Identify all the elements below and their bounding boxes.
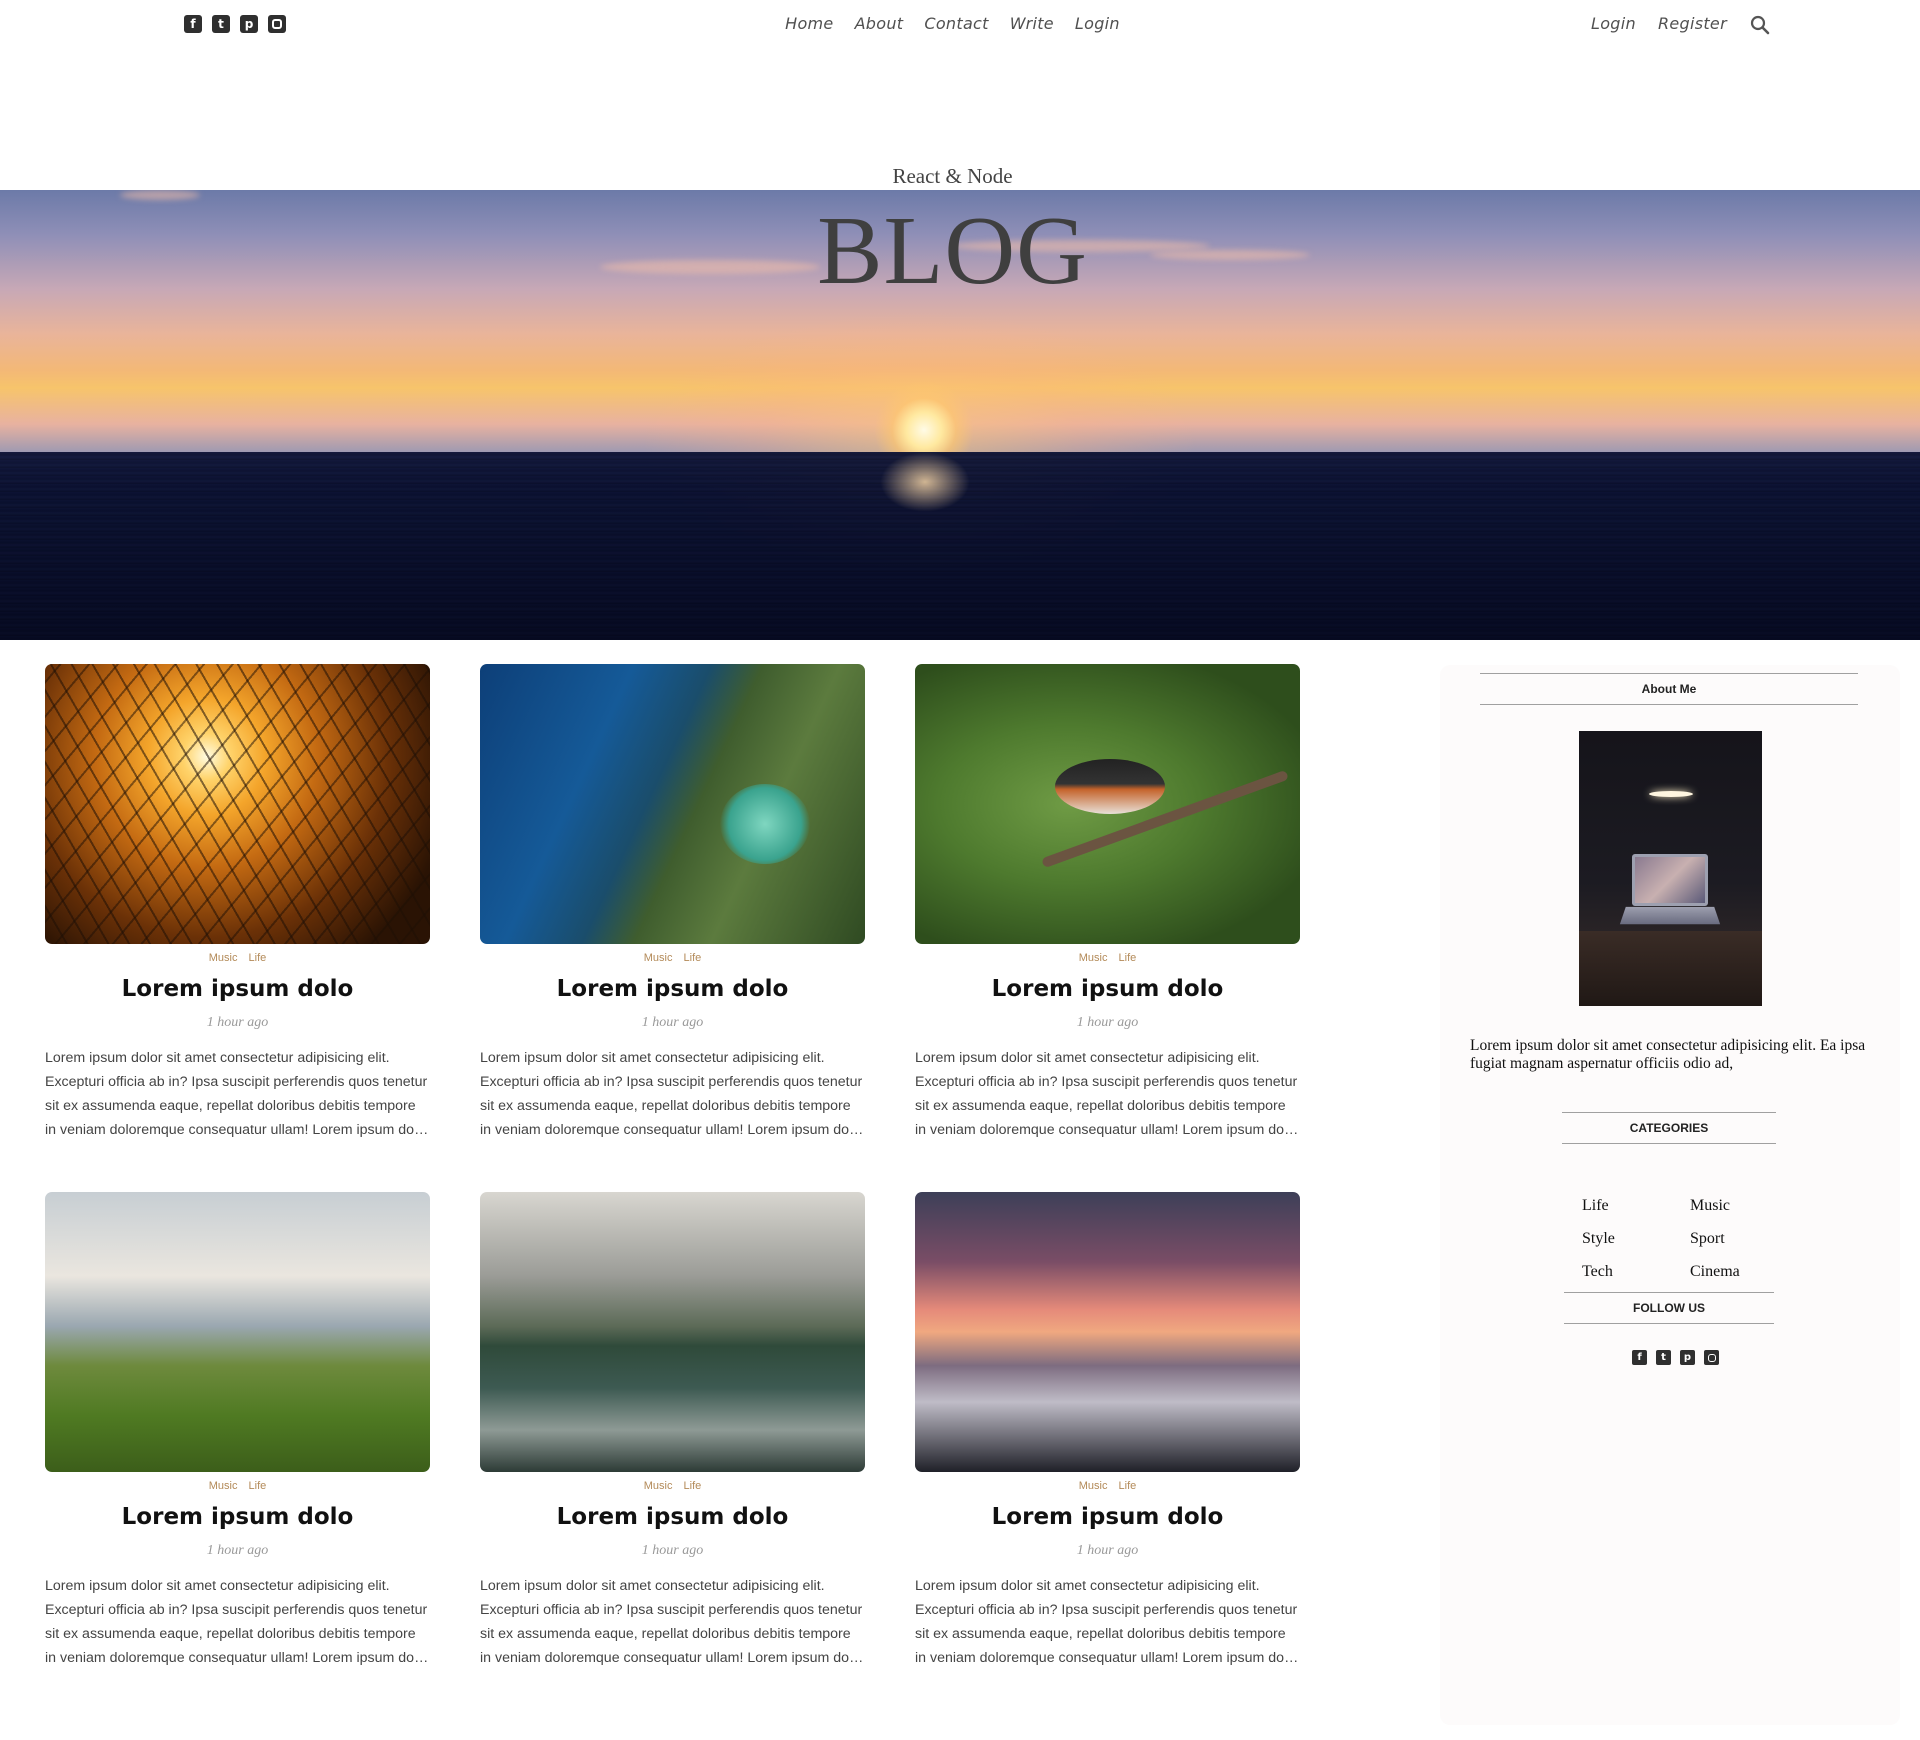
post-categories: Music Life <box>480 952 865 964</box>
post-title[interactable]: Lorem ipsum dolo <box>915 976 1300 1002</box>
follow-us-title: FOLLOW US <box>1564 1292 1774 1324</box>
register-link[interactable]: Register <box>1658 14 1727 33</box>
post-card: Music Life Lorem ipsum dolo 1 hour ago L… <box>45 1192 430 1670</box>
auth-nav: Login Register <box>1591 14 1727 33</box>
category-list: Life Music Style Sport Tech Cinema <box>1582 1197 1782 1281</box>
nav-contact-link[interactable]: Contact <box>924 14 988 33</box>
post-card: Music Life Lorem ipsum dolo 1 hour ago L… <box>45 664 430 1142</box>
post-categories: Music Life <box>915 952 1300 964</box>
post-date: 1 hour ago <box>1076 1543 1139 1558</box>
header-subtitle: React & Node <box>892 164 1013 188</box>
category-tech[interactable]: Tech <box>1582 1263 1690 1281</box>
post-date: 1 hour ago <box>206 1543 269 1558</box>
post-title[interactable]: Lorem ipsum dolo <box>480 976 865 1002</box>
post-image[interactable] <box>915 1192 1300 1472</box>
nav-login-link[interactable]: Login <box>1075 14 1120 33</box>
post-date: 1 hour ago <box>641 1015 704 1030</box>
about-me-image <box>1579 731 1762 1006</box>
post-description: Lorem ipsum dolor sit amet consectetur a… <box>45 1050 430 1138</box>
post-title[interactable]: Lorem ipsum dolo <box>45 976 430 1002</box>
post-categories: Music Life <box>480 1480 865 1492</box>
post-date: 1 hour ago <box>206 1015 269 1030</box>
category-music[interactable]: Music <box>1690 1197 1782 1215</box>
post-categories: Music Life <box>45 952 430 964</box>
login-link[interactable]: Login <box>1591 14 1636 33</box>
post-image[interactable] <box>45 1192 430 1472</box>
category-sport[interactable]: Sport <box>1690 1230 1782 1248</box>
category-life[interactable]: Life <box>1582 1197 1690 1215</box>
post-description: Lorem ipsum dolor sit amet consectetur a… <box>915 1050 1300 1138</box>
post-date: 1 hour ago <box>641 1543 704 1558</box>
pinterest-icon[interactable]: p <box>1680 1350 1695 1365</box>
post-card: Music Life Lorem ipsum dolo 1 hour ago L… <box>915 664 1300 1142</box>
top-bar: f t p Home About Contact Write Login Log… <box>0 0 1920 50</box>
post-categories: Music Life <box>45 1480 430 1492</box>
facebook-icon[interactable]: f <box>1632 1350 1647 1365</box>
post-image[interactable] <box>915 664 1300 944</box>
search-icon[interactable] <box>1750 15 1770 35</box>
post-image[interactable] <box>480 664 865 944</box>
categories-title: CATEGORIES <box>1562 1112 1776 1144</box>
post-image[interactable] <box>45 664 430 944</box>
post-card: Music Life Lorem ipsum dolo 1 hour ago L… <box>915 1192 1300 1670</box>
post-category[interactable]: Music <box>209 1480 238 1492</box>
post-description: Lorem ipsum dolor sit amet consectetur a… <box>915 1578 1300 1666</box>
header-title: BLOG <box>817 197 1088 305</box>
post-category[interactable]: Life <box>684 1480 702 1492</box>
category-style[interactable]: Style <box>1582 1230 1690 1248</box>
post-title[interactable]: Lorem ipsum dolo <box>480 1504 865 1530</box>
post-date: 1 hour ago <box>1076 1015 1139 1030</box>
post-categories: Music Life <box>915 1480 1300 1492</box>
nav-home-link[interactable]: Home <box>785 14 833 33</box>
sidebar-social-links: f t p <box>1632 1350 1719 1365</box>
post-category[interactable]: Life <box>249 952 267 964</box>
post-description: Lorem ipsum dolor sit amet consectetur a… <box>480 1050 865 1138</box>
nav-about-link[interactable]: About <box>855 14 904 33</box>
nav-write-link[interactable]: Write <box>1010 14 1054 33</box>
post-image[interactable] <box>480 1192 865 1472</box>
post-category[interactable]: Life <box>249 1480 267 1492</box>
post-card: Music Life Lorem ipsum dolo 1 hour ago L… <box>480 664 865 1142</box>
post-category[interactable]: Music <box>644 1480 673 1492</box>
post-category[interactable]: Music <box>1079 952 1108 964</box>
post-category[interactable]: Music <box>644 952 673 964</box>
post-title[interactable]: Lorem ipsum dolo <box>45 1504 430 1530</box>
post-title[interactable]: Lorem ipsum dolo <box>915 1504 1300 1530</box>
post-card: Music Life Lorem ipsum dolo 1 hour ago L… <box>480 1192 865 1670</box>
about-me-text: Lorem ipsum dolor sit amet consectetur a… <box>1470 1037 1866 1072</box>
category-cinema[interactable]: Cinema <box>1690 1263 1782 1281</box>
post-category[interactable]: Music <box>1079 1480 1108 1492</box>
post-category[interactable]: Music <box>209 952 238 964</box>
about-me-title: About Me <box>1480 673 1858 705</box>
post-category[interactable]: Life <box>1119 1480 1137 1492</box>
post-description: Lorem ipsum dolor sit amet consectetur a… <box>45 1578 430 1666</box>
instagram-icon[interactable] <box>1704 1350 1719 1365</box>
post-description: Lorem ipsum dolor sit amet consectetur a… <box>480 1578 865 1666</box>
post-category[interactable]: Life <box>1119 952 1137 964</box>
twitter-icon[interactable]: t <box>1656 1350 1671 1365</box>
sidebar: About Me Lorem ipsum dolor sit amet cons… <box>1440 665 1900 1725</box>
post-category[interactable]: Life <box>684 952 702 964</box>
